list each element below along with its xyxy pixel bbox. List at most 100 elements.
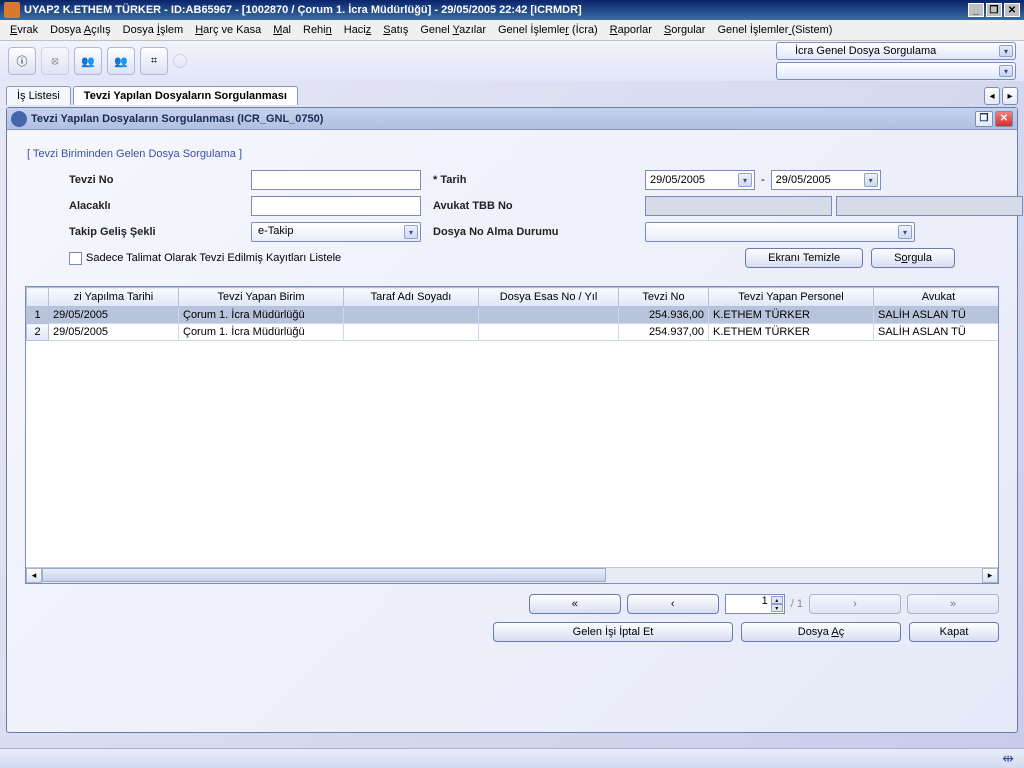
scroll-thumb[interactable] [42,568,606,582]
toolbar-calc-button[interactable]: ⌗ [140,47,168,75]
cell: 254.936,00 [619,307,709,324]
restore-button[interactable]: ❐ [986,3,1002,17]
col-header[interactable]: Tevzi No [619,288,709,307]
menu-raporlar[interactable]: Raporlar [604,22,658,38]
pager-total: / 1 [791,598,803,610]
status-indicator-icon: ⇹ [1002,750,1014,767]
scroll-right-button[interactable]: ▸ [982,568,998,583]
inner-restore-button[interactable]: ❐ [975,111,993,127]
cell: SALİH ASLAN TÜ [874,324,1000,341]
top-combo-label[interactable]: İcra Genel Dosya Sorgulama [776,42,1016,60]
horizontal-scrollbar[interactable]: ◂ ▸ [26,567,998,583]
calendar-icon[interactable] [864,173,878,187]
chevron-down-icon[interactable] [404,225,418,239]
menu-haciz[interactable]: Haciz [338,22,378,38]
window-titlebar: UYAP2 K.ETHEM TÜRKER - ID:AB65967 - [100… [0,0,1024,20]
tab-tevzi-sorgu[interactable]: Tevzi Yapılan Dosyaların Sorgulanması [73,86,298,105]
tab-prev-button[interactable]: ◂ [984,87,1000,105]
label-takip-gelis: Takip Geliş Şekli [69,226,239,238]
sorgula-button[interactable]: Sorgula [871,248,955,268]
chevron-down-icon[interactable] [999,65,1013,77]
close-button[interactable]: ✕ [1004,3,1020,17]
kapat-button[interactable]: Kapat [909,622,999,642]
col-header[interactable]: Taraf Adı Soyadı [344,288,479,307]
ekrani-temizle-button[interactable]: Ekranı Temizle [745,248,863,268]
window-title: UYAP2 K.ETHEM TÜRKER - ID:AB65967 - [100… [24,4,582,16]
tab-is-listesi[interactable]: İş Listesi [6,86,71,105]
fieldset-label: [ Tevzi Biriminden Gelen Dosya Sorgulama… [19,148,1005,160]
main-menubar: EvrakDosya AçılışDosya İşlemHarç ve Kasa… [0,20,1024,41]
input-avukat-tbb-1 [645,196,832,216]
input-alacakli[interactable] [251,196,421,216]
col-header[interactable]: Tevzi Yapan Personel [709,288,874,307]
col-header[interactable]: Tevzi Yapan Birim [179,288,344,307]
label-dosya-no-alma: Dosya No Alma Durumu [433,226,633,238]
row-number: 2 [27,324,49,341]
label-tarih: * Tarih [433,174,633,186]
doc-tabstrip: İş Listesi Tevzi Yapılan Dosyaların Sorg… [0,81,1024,105]
dosya-ac-button[interactable]: Dosya Aç [741,622,901,642]
tab-next-button[interactable]: ▸ [1002,87,1018,105]
menu-sat-[interactable]: Satış [377,22,414,38]
table-row[interactable]: 229/05/2005Çorum 1. İcra Müdürlüğü254.93… [27,324,1000,341]
pager-page-input[interactable]: 1 ▴▾ [725,594,785,614]
chevron-down-icon[interactable] [999,45,1013,57]
label-alacakli: Alacaklı [69,200,239,212]
col-header[interactable]: zi Yapılma Tarihi [49,288,179,307]
minimize-button[interactable]: _ [968,3,984,17]
menu-dosya-i-lem[interactable]: Dosya İşlem [117,22,190,38]
spin-down[interactable]: ▾ [771,604,783,612]
menu-evrak[interactable]: Evrak [4,22,44,38]
inner-icon [11,111,27,127]
date-separator: - [761,174,765,186]
scroll-left-button[interactable]: ◂ [26,568,42,583]
date-end-text: 29/05/2005 [776,174,831,186]
inner-close-button[interactable]: ✕ [995,111,1013,127]
menu-genel-i-lemler-i-cra-[interactable]: Genel İşlemler (İcra) [492,22,604,38]
menu-genel-yaz-lar[interactable]: Genel Yazılar [414,22,492,38]
menu-genel-i-lemler-sistem-[interactable]: Genel İşlemler (Sistem) [711,22,838,38]
chevron-down-icon[interactable] [898,225,912,239]
results-table-wrap: zi Yapılma TarihiTevzi Yapan BirimTaraf … [25,286,999,584]
pager-first-button[interactable]: « [529,594,621,614]
input-tevzi-no[interactable] [251,170,421,190]
col-rownum[interactable] [27,288,49,307]
toolbar-dot-button [173,54,187,68]
cell [479,307,619,324]
statusbar: ⇹ [0,748,1024,768]
select-takip-gelis-value: e-Takip [258,225,293,237]
spin-up[interactable]: ▴ [771,596,783,604]
calendar-icon[interactable] [738,173,752,187]
table-row[interactable]: 129/05/2005Çorum 1. İcra Müdürlüğü254.93… [27,307,1000,324]
select-dosya-no-alma[interactable] [645,222,915,242]
select-takip-gelis[interactable]: e-Takip [251,222,421,242]
cell: Çorum 1. İcra Müdürlüğü [179,307,344,324]
label-tevzi-no: Tevzi No [69,174,239,186]
app-icon [4,2,20,18]
inner-window: Tevzi Yapılan Dosyaların Sorgulanması (I… [6,107,1018,733]
input-tarih-bitis[interactable]: 29/05/2005 [771,170,881,190]
pager-current: 1 [762,595,768,607]
cell: 29/05/2005 [49,324,179,341]
cell: 254.937,00 [619,324,709,341]
toolbar-users2-button[interactable]: 👥 [107,47,135,75]
col-header[interactable]: Avukat [874,288,1000,307]
input-tarih-baslangic[interactable]: 29/05/2005 [645,170,755,190]
menu-sorgular[interactable]: Sorgular [658,22,712,38]
toolbar-info-button[interactable]: ⓘ [8,47,36,75]
inner-title-text: Tevzi Yapılan Dosyaların Sorgulanması (I… [31,113,323,125]
checkbox-label: Sadece Talimat Olarak Tevzi Edilmiş Kayı… [86,252,341,264]
menu-har-ve-kasa[interactable]: Harç ve Kasa [189,22,267,38]
pager-prev-button[interactable]: ‹ [627,594,719,614]
cell [344,324,479,341]
cell: K.ETHEM TÜRKER [709,307,874,324]
checkbox-talimat[interactable] [69,252,82,265]
menu-mal[interactable]: Mal [267,22,297,38]
menu-rehin[interactable]: Rehin [297,22,338,38]
toolbar-users1-button[interactable]: 👥 [74,47,102,75]
top-combo-2[interactable] [776,62,1016,80]
cell [479,324,619,341]
menu-dosya-a-l-[interactable]: Dosya Açılış [44,22,117,38]
gelen-isi-iptal-button[interactable]: Gelen İşi İptal Et [493,622,733,642]
col-header[interactable]: Dosya Esas No / Yıl [479,288,619,307]
